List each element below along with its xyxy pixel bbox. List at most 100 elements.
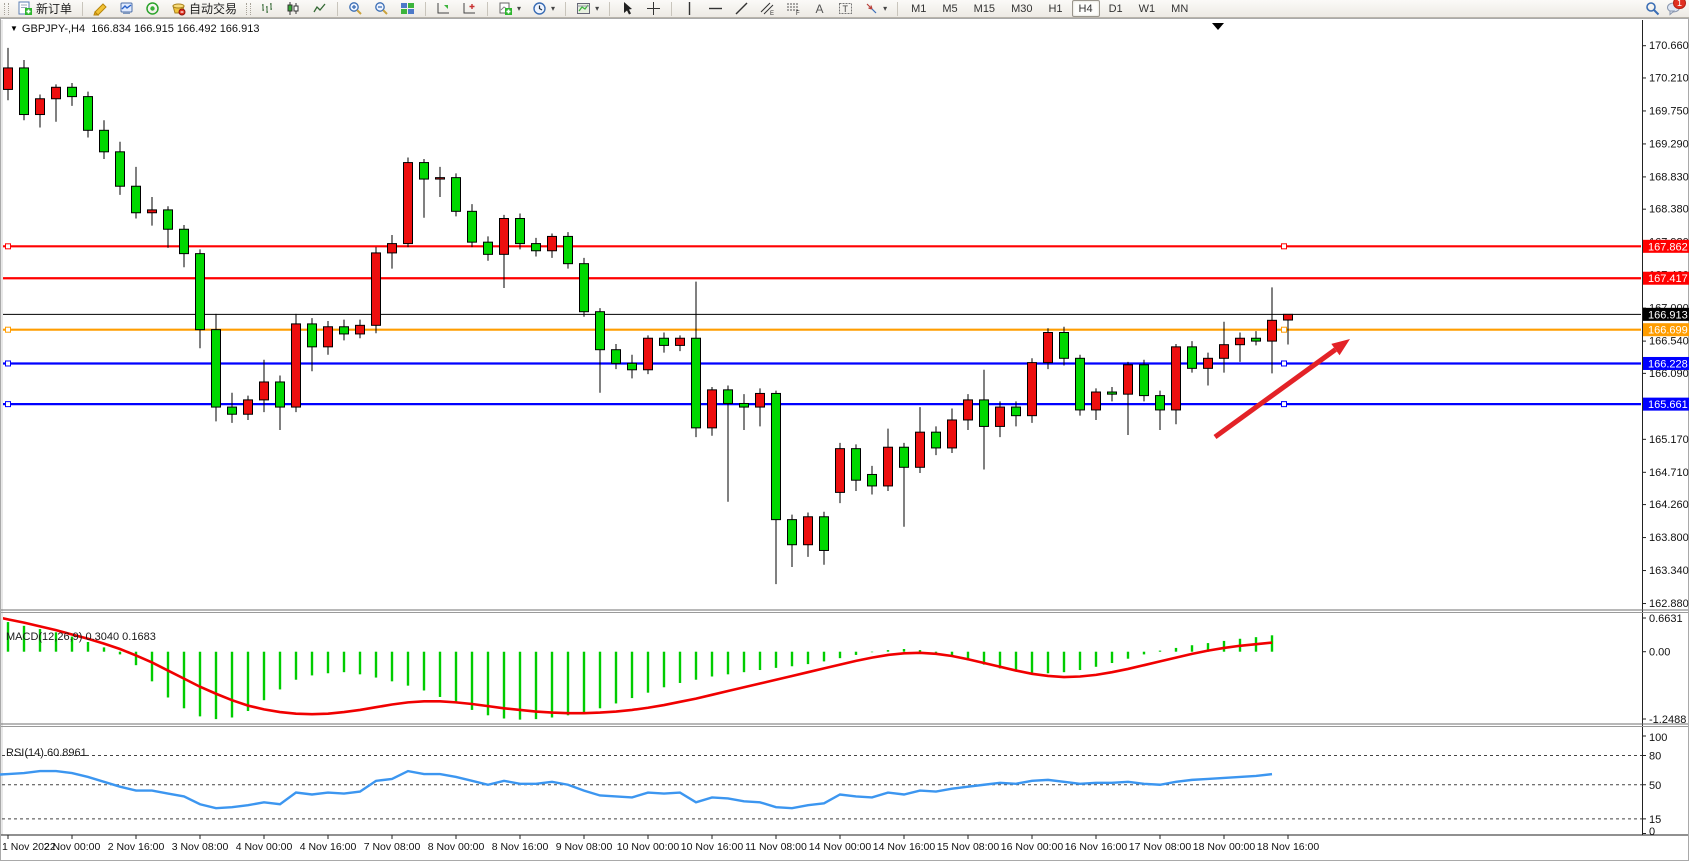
signal-button[interactable] [141,0,164,18]
svg-text:10 Nov 16:00: 10 Nov 16:00 [681,841,744,853]
crayon-button[interactable] [89,0,112,18]
bar-chart-icon [260,1,275,16]
bar-chart-button[interactable] [256,0,279,18]
clock-icon [532,1,547,16]
horizontal-line-button[interactable] [704,0,727,18]
timeframe-M15[interactable]: M15 [967,0,1002,17]
add-chart-button[interactable]: ▾ [494,0,525,18]
separator [609,2,610,16]
svg-text:163.340: 163.340 [1649,565,1689,577]
separator [82,2,83,16]
indicator-add-button[interactable] [458,0,481,18]
svg-text:16 Nov 00:00: 16 Nov 00:00 [1001,841,1064,853]
trendline-button[interactable] [730,0,753,18]
svg-text:166.699: 166.699 [1648,325,1688,337]
timeframe-H1[interactable]: H1 [1041,0,1069,17]
tile-windows-icon [400,1,415,16]
svg-text:166.228: 166.228 [1648,358,1688,370]
separator [337,2,338,16]
svg-text:170.660: 170.660 [1649,40,1689,52]
search-icon[interactable] [1645,1,1660,16]
svg-text:167.862: 167.862 [1648,241,1688,253]
signal-icon [145,1,160,16]
clock-period-button[interactable]: ▾ [528,0,559,18]
svg-text:170.210: 170.210 [1649,72,1689,84]
svg-text:15 Nov 08:00: 15 Nov 08:00 [937,841,1000,853]
svg-text:80: 80 [1649,751,1661,763]
symbol-timeframe: GBPJPY-,H4 [22,23,85,35]
line-chart-button[interactable] [308,0,331,18]
arrow-shapes-button[interactable]: ▾ [860,0,891,18]
svg-text:A: A [816,2,824,16]
cursor-icon [620,1,635,16]
price-chart-canvas[interactable]: 170.660170.210169.750169.290168.830168.3… [0,18,1689,861]
svg-text:100: 100 [1649,732,1667,744]
chart-window-button[interactable] [115,0,138,18]
candlestick-chart-icon [286,1,301,16]
zoom-out-button[interactable] [370,0,393,18]
vertical-line-button[interactable] [678,0,701,18]
svg-text:4 Nov 00:00: 4 Nov 00:00 [236,841,293,853]
timeframe-H4[interactable]: H4 [1072,0,1100,17]
text-label-button[interactable]: T [834,0,857,18]
svg-text:0: 0 [1649,826,1655,838]
auto-trading-label: 自动交易 [189,0,237,17]
svg-text:164.260: 164.260 [1649,499,1689,511]
timeframe-M30[interactable]: M30 [1004,0,1039,17]
main-toolbar: 新订单 自动交易 [0,0,1689,18]
svg-text:50: 50 [1649,780,1661,792]
chevron-down-icon[interactable]: ▼ [10,24,18,33]
timeframe-D1[interactable]: D1 [1102,0,1130,17]
svg-text:2 Nov 16:00: 2 Nov 16:00 [108,841,165,853]
svg-text:T: T [843,4,849,14]
svg-text:0.6631: 0.6631 [1649,613,1683,625]
indicator-list-button[interactable] [432,0,455,18]
zoom-in-icon [348,1,363,16]
indicator-add-icon [462,1,477,16]
crosshair-button[interactable] [642,0,665,18]
template-icon [576,1,591,16]
text-button[interactable]: A [808,0,831,18]
equidistant-channel-icon: E [760,1,775,16]
svg-text:E: E [770,11,774,16]
new-order-button[interactable]: 新订单 [14,0,76,18]
svg-text:164.710: 164.710 [1649,467,1689,479]
svg-text:15: 15 [1649,814,1661,826]
toolbar-grip[interactable] [246,3,251,15]
timeframe-M1[interactable]: M1 [904,0,933,17]
auto-trading-icon [171,1,186,16]
chart-window-icon [119,1,134,16]
candlestick-chart-button[interactable] [282,0,305,18]
separator [425,2,426,16]
fibonacci-icon: F [786,1,801,16]
timeframe-group: M1M5M15M30H1H4D1W1MN [904,0,1195,17]
separator [897,2,898,16]
svg-text:165.661: 165.661 [1648,399,1688,411]
svg-text:4 Nov 16:00: 4 Nov 16:00 [300,841,357,853]
timeframe-W1[interactable]: W1 [1132,0,1163,17]
text-label-icon: T [838,1,853,16]
svg-text:18 Nov 16:00: 18 Nov 16:00 [1257,841,1320,853]
timeframe-M5[interactable]: M5 [935,0,964,17]
equidistant-channel-button[interactable]: E [756,0,779,18]
template-button[interactable]: ▾ [572,0,603,18]
svg-text:14 Nov 00:00: 14 Nov 00:00 [809,841,872,853]
horizontal-line-icon [708,1,723,16]
svg-text:2 Nov 00:00: 2 Nov 00:00 [44,841,101,853]
auto-trading-button[interactable]: 自动交易 [167,0,241,18]
comments-button[interactable]: 1 [1666,1,1681,16]
zoom-in-button[interactable] [344,0,367,18]
svg-text:16 Nov 16:00: 16 Nov 16:00 [1065,841,1128,853]
svg-text:169.290: 169.290 [1649,138,1689,150]
timeframe-MN[interactable]: MN [1164,0,1195,17]
toolbar-grip[interactable] [4,3,9,15]
cursor-button[interactable] [616,0,639,18]
tile-windows-button[interactable] [396,0,419,18]
svg-text:14 Nov 16:00: 14 Nov 16:00 [873,841,936,853]
svg-text:F: F [796,11,800,16]
vertical-line-icon [682,1,697,16]
separator [565,2,566,16]
fibonacci-button[interactable]: F [782,0,805,18]
new-order-label: 新订单 [36,0,72,17]
ohlc-values: 166.834 166.915 166.492 166.913 [91,23,259,35]
